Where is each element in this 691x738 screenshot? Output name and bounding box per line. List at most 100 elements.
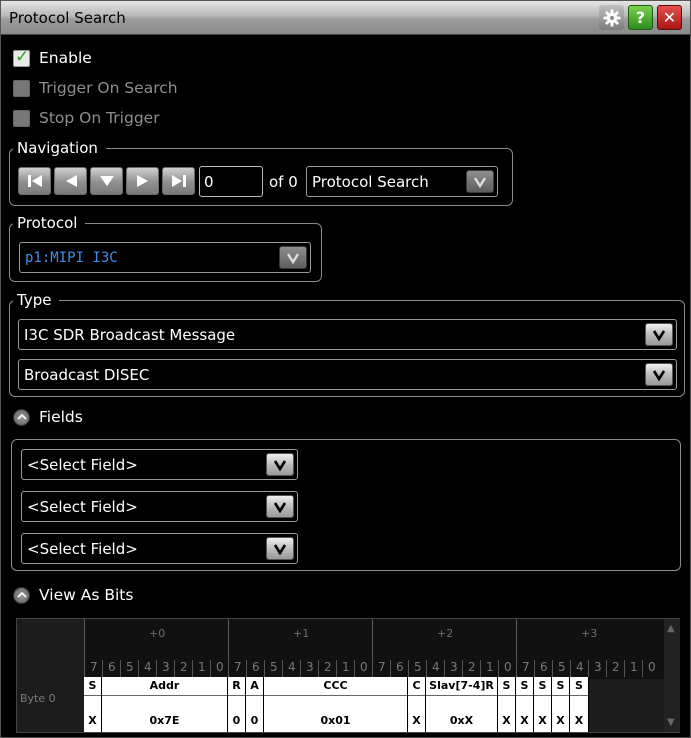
stop-on-trigger-label: Stop On Trigger — [39, 109, 160, 127]
bit-field-cell[interactable]: CCC 0x01 — [264, 677, 408, 732]
title-bar: Protocol Search ? ✕ — [1, 1, 690, 35]
bit-number: 4 — [288, 660, 296, 674]
last-icon[interactable] — [162, 167, 195, 195]
bit-number: 7 — [378, 660, 386, 674]
bit-number: 4 — [144, 660, 152, 674]
navigation-index-input[interactable]: 0 — [199, 166, 263, 197]
bit-separator — [552, 660, 553, 677]
type-primary-value: I3C SDR Broadcast Message — [24, 325, 236, 344]
bit-separator — [192, 660, 193, 677]
bit-field-cell[interactable]: CX — [408, 677, 426, 732]
down-icon[interactable] — [90, 167, 123, 195]
view-as-bits-expander[interactable]: View As Bits — [13, 586, 133, 604]
bits-scrollbar[interactable]: ▲ ▼ — [664, 619, 680, 732]
bit-number: 6 — [108, 660, 116, 674]
chevron-down-icon[interactable] — [266, 495, 294, 518]
bit-separator — [426, 660, 427, 677]
view-as-bits-title: View As Bits — [39, 586, 134, 604]
chevron-up-icon[interactable] — [13, 586, 30, 604]
bit-separator — [642, 660, 643, 677]
bit-number: 1 — [198, 660, 206, 674]
bit-separator — [156, 660, 157, 677]
bit-separator — [624, 660, 625, 677]
bit-field-cell[interactable]: Addr 0x7E — [102, 677, 228, 732]
bit-separator — [246, 660, 247, 677]
bit-separator — [102, 660, 103, 677]
bit-field-cell[interactable]: SX — [498, 677, 516, 732]
bit-number: 4 — [576, 660, 584, 674]
bit-field-cell[interactable]: SX — [534, 677, 552, 732]
field-select-1-value: <Select Field> — [27, 455, 138, 474]
type-primary-combo[interactable]: I3C SDR Broadcast Message — [18, 319, 677, 350]
first-icon[interactable] — [18, 167, 51, 195]
gear-icon[interactable] — [599, 5, 624, 30]
field-select-2-value: <Select Field> — [27, 497, 138, 516]
protocol-group-title: Protocol — [13, 214, 86, 232]
enable-checkbox[interactable]: ✓ — [13, 46, 30, 67]
check-icon: ✓ — [15, 46, 30, 67]
bit-field-cell[interactable]: SX — [516, 677, 534, 732]
bit-field-cell[interactable]: A0 — [246, 677, 264, 732]
chevron-up-icon[interactable] — [13, 408, 30, 426]
type-secondary-value: Broadcast DISEC — [24, 365, 150, 384]
bit-number: 0 — [648, 660, 656, 674]
bit-field-cell[interactable]: SX — [84, 677, 102, 732]
bit-field-cell[interactable]: Slav[7-4]R 0xX — [426, 677, 498, 732]
bit-separator — [480, 660, 481, 677]
bit-number: 3 — [162, 660, 170, 674]
chevron-down-icon[interactable] — [266, 537, 294, 560]
field-select-1[interactable]: <Select Field> — [21, 449, 298, 480]
chevron-down-icon[interactable] — [466, 170, 494, 193]
bit-number: 3 — [450, 660, 458, 674]
bit-number: 2 — [180, 660, 188, 674]
bit-number: 0 — [216, 660, 224, 674]
bit-number: 2 — [612, 660, 620, 674]
bit-separator — [498, 660, 499, 677]
bit-number: 1 — [630, 660, 638, 674]
chevron-down-icon[interactable] — [266, 453, 294, 476]
bit-number: 0 — [504, 660, 512, 674]
bit-number: 6 — [396, 660, 404, 674]
field-select-3-value: <Select Field> — [27, 539, 138, 558]
bit-field-cell[interactable]: SX — [552, 677, 570, 732]
next-icon[interactable] — [126, 167, 159, 195]
byte-group-label: +0 — [149, 627, 166, 640]
bit-number: 0 — [360, 660, 368, 674]
bit-separator — [390, 660, 391, 677]
enable-checkbox-row[interactable]: ✓ Enable — [13, 47, 92, 69]
bit-field-cell[interactable]: SX — [570, 677, 589, 732]
scroll-down-icon[interactable]: ▼ — [667, 717, 675, 728]
fields-expander[interactable]: Fields — [13, 408, 83, 426]
bit-field-cell[interactable]: R0 — [228, 677, 246, 732]
bit-separator — [264, 660, 265, 677]
protocol-combo[interactable]: p1:MIPI I3C — [19, 242, 311, 273]
scroll-up-icon[interactable]: ▲ — [667, 623, 675, 634]
protocol-value: p1:MIPI I3C — [25, 249, 118, 266]
stop-on-trigger-row: Stop On Trigger — [13, 107, 160, 129]
previous-icon[interactable] — [54, 167, 87, 195]
navigation-mode-combo[interactable]: Protocol Search — [306, 166, 498, 197]
bit-separator — [228, 660, 229, 677]
bit-number: 7 — [234, 660, 242, 674]
byte-group-label: +1 — [293, 627, 310, 640]
enable-label: Enable — [39, 49, 92, 67]
trigger-on-search-checkbox — [13, 79, 30, 97]
bit-separator — [462, 660, 463, 677]
bit-number: 1 — [486, 660, 494, 674]
chevron-down-icon[interactable] — [279, 246, 307, 269]
close-icon[interactable]: ✕ — [657, 5, 682, 30]
navigation-buttons — [18, 167, 198, 195]
byte-group-label: +3 — [581, 627, 598, 640]
bit-number: 2 — [324, 660, 332, 674]
bit-number: 7 — [522, 660, 530, 674]
bit-separator — [606, 660, 607, 677]
question-icon[interactable]: ? — [628, 5, 653, 30]
type-secondary-combo[interactable]: Broadcast DISEC — [18, 359, 677, 390]
bit-number: 3 — [306, 660, 314, 674]
stop-on-trigger-checkbox — [13, 109, 30, 127]
bit-separator — [408, 660, 409, 677]
field-select-2[interactable]: <Select Field> — [21, 491, 298, 522]
field-select-3[interactable]: <Select Field> — [21, 533, 298, 564]
chevron-down-icon[interactable] — [645, 363, 673, 386]
chevron-down-icon[interactable] — [645, 323, 673, 346]
